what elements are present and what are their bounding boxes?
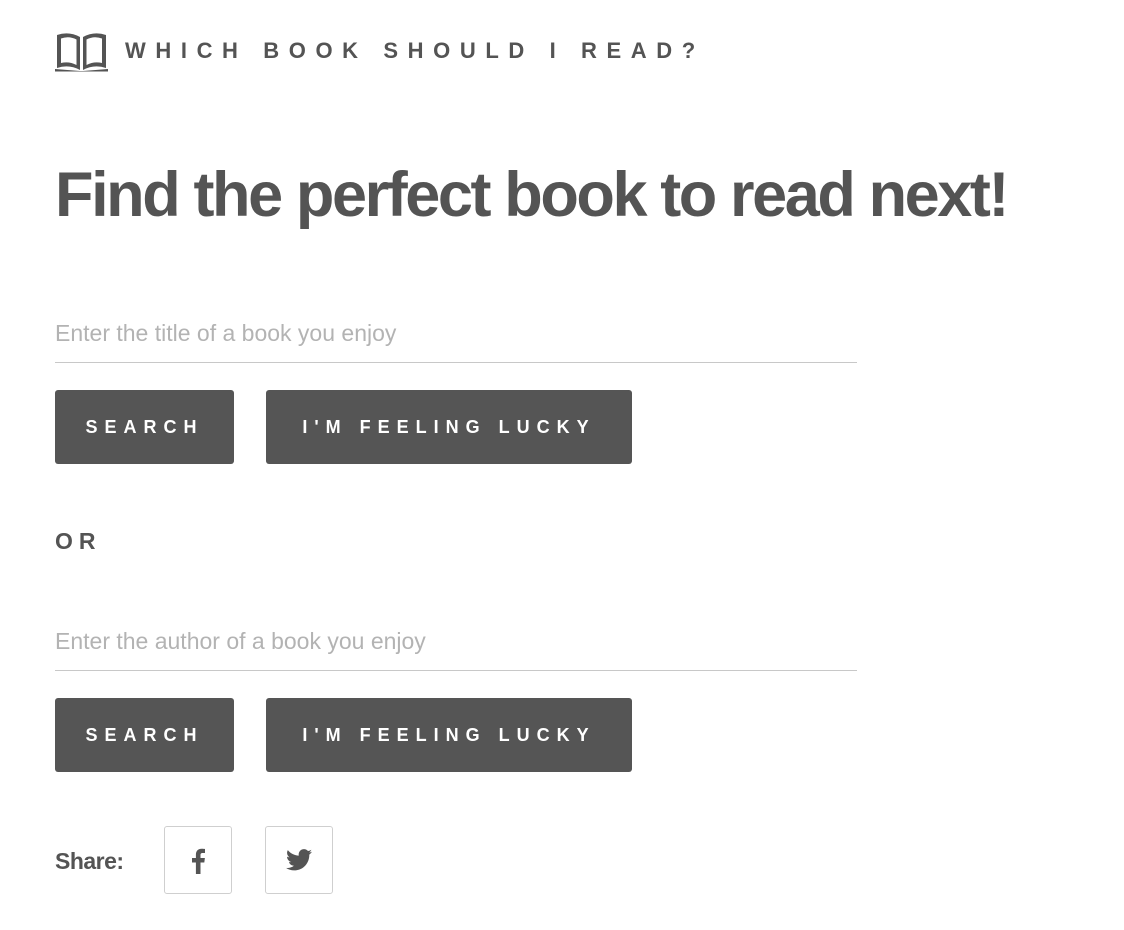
- or-separator: OR: [55, 528, 102, 554]
- title-search-button[interactable]: SEARCH: [55, 390, 234, 464]
- site-logo[interactable]: WHICH BOOK SHOULD I READ?: [55, 30, 705, 72]
- facebook-icon: [192, 848, 205, 874]
- author-search-button[interactable]: SEARCH: [55, 698, 234, 772]
- book-author-input[interactable]: [55, 613, 857, 671]
- twitter-icon: [286, 849, 312, 871]
- site-title: WHICH BOOK SHOULD I READ?: [125, 38, 705, 63]
- facebook-share-button[interactable]: [164, 826, 232, 894]
- open-book-icon: [55, 33, 108, 72]
- share-label: Share:: [55, 848, 124, 874]
- book-title-input[interactable]: [55, 305, 857, 363]
- title-feeling-lucky-button[interactable]: I'M FEELING LUCKY: [266, 390, 632, 464]
- author-feeling-lucky-button[interactable]: I'M FEELING LUCKY: [266, 698, 632, 772]
- twitter-share-button[interactable]: [265, 826, 333, 894]
- page-headline: Find the perfect book to read next!: [55, 160, 1009, 230]
